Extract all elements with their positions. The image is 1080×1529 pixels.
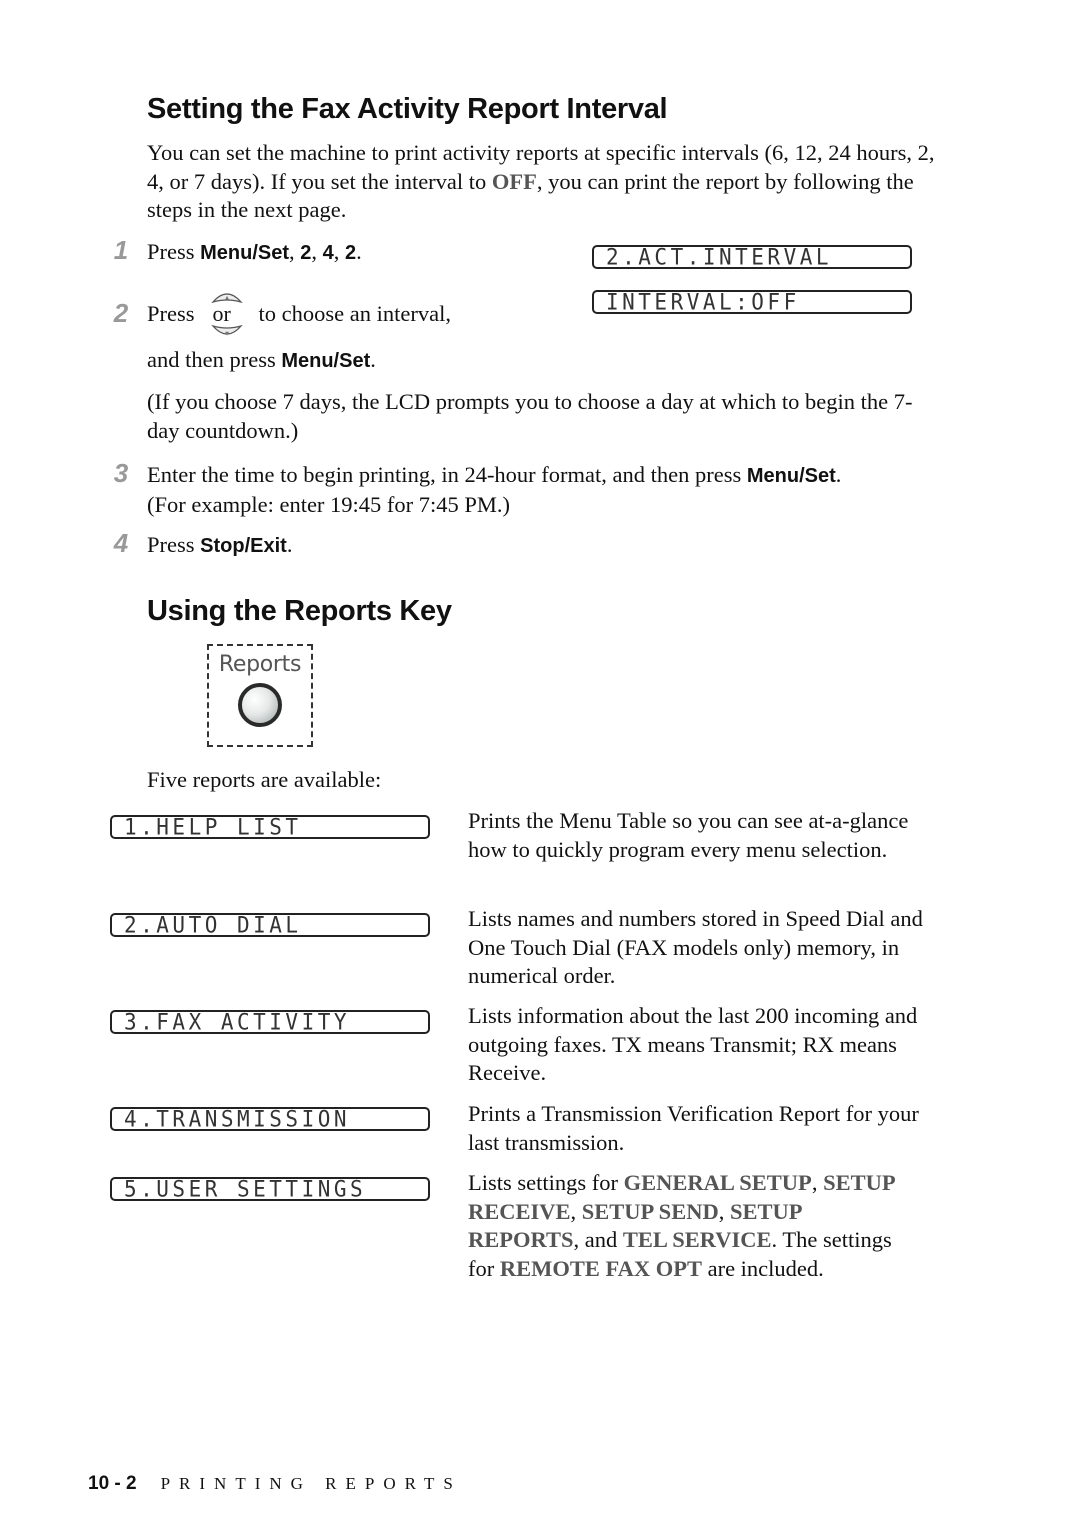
- step-3-text: Enter the time to begin printing, in 24-…: [147, 461, 841, 491]
- step-number-3: 3: [113, 458, 129, 488]
- sep: ,: [333, 239, 346, 264]
- period: .: [356, 239, 362, 264]
- lcd-text: 2.ACT.INTERVAL: [606, 245, 833, 269]
- menu-set-key-label: Menu/Set: [281, 350, 371, 372]
- step-2-prefix: Press: [147, 300, 195, 326]
- step-number-1: 1: [113, 235, 129, 265]
- lcd-auto-dial: 2.AUTO DIAL: [110, 913, 430, 937]
- page-number: 10 - 2: [88, 1473, 137, 1494]
- step-2-line-2: and then press Menu/Set.: [147, 346, 376, 376]
- text: , and: [573, 1227, 623, 1252]
- intro-off-highlight: OFF: [491, 168, 537, 194]
- five-reports-text: Five reports are available:: [147, 767, 382, 792]
- text: ,: [811, 1170, 824, 1195]
- step-2-note: (If you choose 7 days, the LCD prompts y…: [147, 389, 913, 443]
- key-2b: 2: [345, 242, 357, 264]
- reports-button-icon: [238, 683, 282, 727]
- lcd-text: 4.TRANSMISSION: [124, 1107, 351, 1131]
- report-description-user-settings: Lists settings for GENERAL SETUP, SETUP …: [468, 1169, 908, 1283]
- text: ,: [718, 1198, 730, 1224]
- lcd-text: 2.AUTO DIAL: [124, 913, 302, 937]
- menu-set-key-label: Menu/Set: [200, 242, 290, 264]
- step-1-prefix: Press: [147, 239, 201, 264]
- reports-key-label: Reports: [218, 652, 302, 677]
- menu-name-general-setup: GENERAL SETUP: [623, 1170, 812, 1195]
- lcd-display-act-interval: 2.ACT.INTERVAL: [592, 245, 912, 269]
- step-4-prefix: Press: [147, 532, 201, 557]
- menu-name-tel-service: TEL SERVICE: [622, 1227, 772, 1252]
- lcd-user-settings: 5.USER SETTINGS: [110, 1177, 430, 1201]
- step-3-prefix: Enter the time to begin printing, in 24-…: [147, 462, 747, 487]
- menu-name-setup-send: SETUP SEND: [581, 1198, 719, 1224]
- intro-paragraph: You can set the machine to print activit…: [147, 139, 937, 225]
- lcd-text: 1.HELP LIST: [124, 815, 302, 839]
- lcd-fax-activity: 3.FAX ACTIVITY: [110, 1010, 430, 1034]
- step-3-example: (For example: enter 19:45 for 7:45 PM.): [147, 492, 511, 517]
- report-description-auto-dial: Lists names and numbers stored in Speed …: [468, 906, 923, 988]
- lcd-help-list: 1.HELP LIST: [110, 815, 430, 839]
- period: .: [370, 347, 376, 372]
- chapter-title: PRINTING REPORTS: [160, 1474, 462, 1493]
- sep: ,: [289, 239, 301, 264]
- report-description-transmission: Prints a Transmission Verification Repor…: [468, 1101, 919, 1155]
- lcd-text: INTERVAL:OFF: [606, 290, 800, 314]
- step-2-text: Press ▲ ▼ or to choose an interval,: [147, 288, 451, 340]
- text: are included.: [701, 1255, 824, 1281]
- key-4: 4: [322, 242, 334, 264]
- lcd-transmission: 4.TRANSMISSION: [110, 1107, 430, 1131]
- step-1-text: Press Menu/Set, 2, 4, 2.: [147, 238, 362, 268]
- page-footer: 10 - 2 PRINTING REPORTS: [88, 1473, 462, 1495]
- step-number-4: 4: [113, 528, 129, 558]
- report-description-help-list: Prints the Menu Table so you can see at-…: [468, 808, 909, 862]
- or-label: or: [212, 301, 231, 326]
- section-title-activity-interval: Setting the Fax Activity Report Interval: [147, 93, 668, 125]
- report-description-fax-activity: Lists information about the last 200 inc…: [468, 1003, 918, 1085]
- svg-text:▼: ▼: [225, 331, 229, 337]
- menu-set-key-label: Menu/Set: [746, 465, 836, 487]
- section-title-reports-key: Using the Reports Key: [147, 595, 452, 627]
- lcd-text: 3.FAX ACTIVITY: [124, 1010, 351, 1034]
- reports-key-illustration: Reports: [207, 644, 313, 747]
- step-2-line2-prefix: and then press: [147, 347, 282, 372]
- period: .: [286, 532, 293, 557]
- key-2: 2: [300, 242, 312, 264]
- stop-exit-key-label: Stop/Exit: [200, 535, 287, 557]
- text: ,: [570, 1198, 582, 1224]
- lcd-text: 5.USER SETTINGS: [124, 1177, 367, 1201]
- lcd-display-interval-off: INTERVAL:OFF: [592, 290, 912, 314]
- menu-name-remote-fax-opt: REMOTE FAX OPT: [499, 1255, 702, 1281]
- step-2-middle: to choose an interval,: [258, 300, 451, 326]
- step-4-text: Press Stop/Exit.: [147, 531, 292, 561]
- period: .: [835, 462, 842, 487]
- step-number-2: 2: [113, 298, 129, 328]
- up-down-arrow-keys-icon: ▲ ▼ or: [207, 288, 247, 340]
- text: Lists settings for: [468, 1170, 624, 1195]
- sep: ,: [311, 239, 323, 264]
